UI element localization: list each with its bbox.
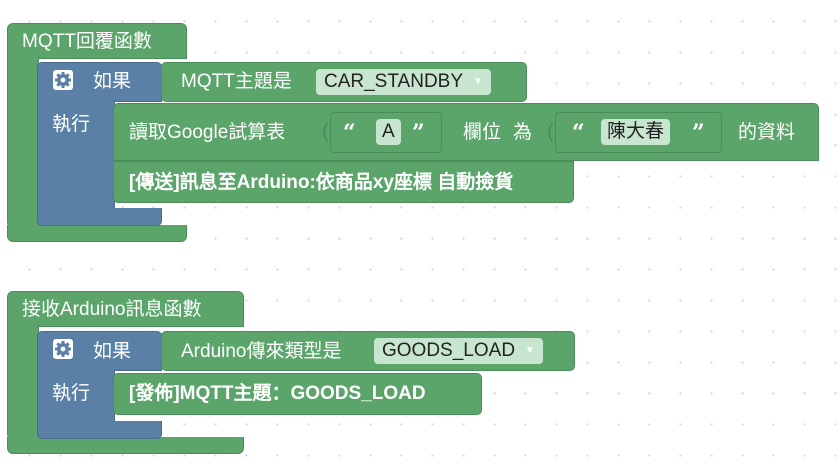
function-footer [7,225,187,242]
function-left-bar [7,56,39,228]
topic-dropdown-value: CAR_STANDBY [324,71,464,93]
function-title: MQTT回覆函數 [22,31,152,52]
do-label: 執行 [52,114,91,135]
name-value-field[interactable]: 陳大春 [601,119,671,145]
socket-left: ( [322,121,329,143]
condition-label: MQTT主題是 [181,71,292,92]
publish-mqtt-label: [發佈]MQTT主題：GOODS_LOAD [129,383,426,404]
open-quote-icon: “ [343,120,356,146]
if-label: 如果 [93,341,132,362]
if-block-footer [37,421,162,439]
read-sheet-label: 讀取Google試算表 [129,122,286,143]
do-label: 執行 [52,383,91,404]
close-quote-icon: ” [692,120,705,146]
condition-label: Arduino傳來類型是 [181,341,342,362]
gear-icon[interactable] [53,70,73,90]
data-label: 的資料 [738,122,796,143]
socket-left: ( [547,121,554,143]
send-arduino-label: [傳送]訊息至Arduino:依商品xy座標 自動撿貨 [129,172,514,193]
function-footer [7,437,244,454]
function-left-bar [7,324,39,440]
triangle-down-icon: ▼ [525,345,535,356]
topic-dropdown[interactable]: CAR_STANDBY ▼ [316,69,491,96]
type-dropdown-value: GOODS_LOAD [382,340,516,362]
divider [114,160,573,161]
triangle-down-icon: ▼ [473,76,483,87]
socket-left: ( [152,340,159,362]
if-block-footer [37,208,162,226]
gear-icon[interactable] [53,339,73,359]
equals-label: 為 [513,122,533,143]
type-dropdown[interactable]: GOODS_LOAD ▼ [374,338,543,365]
function-title: 接收Arduino訊息函數 [22,299,202,320]
if-label: 如果 [93,71,132,92]
column-value-field[interactable]: A [376,119,401,145]
field-label: 欄位 [463,122,502,143]
open-quote-icon: “ [572,120,585,146]
close-quote-icon: ” [412,120,425,146]
socket-left: ( [152,70,159,92]
